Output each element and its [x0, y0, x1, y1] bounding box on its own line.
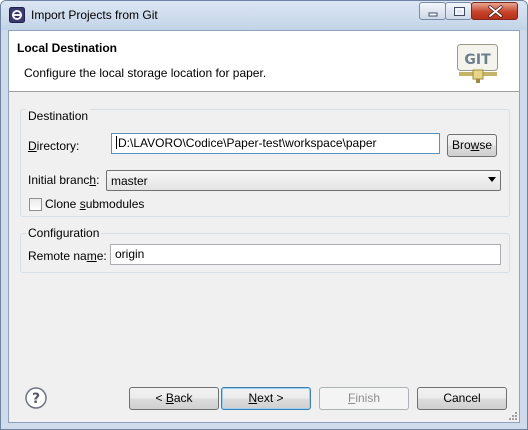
browse-button[interactable]: Browse: [447, 134, 497, 157]
git-logo-text: GIT: [464, 52, 491, 68]
resize-grip-icon[interactable]: [508, 411, 518, 421]
wizard-banner: Local Destination Configure the local st…: [9, 31, 519, 92]
directory-input[interactable]: D:\LAVORO\Codice\Paper-test\workspace\pa…: [111, 133, 440, 154]
directory-label: Directory:: [28, 139, 80, 153]
remote-name-value: origin: [115, 247, 145, 261]
close-icon: [488, 5, 503, 18]
window-title: Import Projects from Git: [31, 8, 158, 22]
back-button[interactable]: < Back: [129, 387, 219, 410]
remote-name-label: Remote name:: [28, 249, 107, 263]
title-bar[interactable]: Import Projects from Git: [1, 1, 527, 30]
minimize-icon: [428, 12, 438, 17]
initial-branch-select[interactable]: master: [106, 170, 501, 191]
next-button[interactable]: Next >: [221, 387, 311, 410]
finish-button[interactable]: Finish: [319, 387, 409, 410]
page-description: Configure the local storage location for…: [24, 66, 267, 80]
close-button[interactable]: [471, 2, 518, 20]
maximize-icon: [454, 7, 465, 16]
remote-name-input[interactable]: origin: [110, 244, 501, 265]
clone-submodules-checkbox[interactable]: [29, 198, 42, 211]
chevron-down-icon: [488, 177, 496, 182]
text-caret: [116, 136, 117, 149]
destination-legend: Destination: [26, 109, 91, 123]
configuration-legend: Configuration: [26, 226, 102, 240]
eclipse-icon: [9, 7, 25, 23]
page-title: Local Destination: [17, 41, 118, 55]
git-logo-icon: GIT: [457, 44, 498, 83]
cancel-button[interactable]: Cancel: [417, 387, 507, 410]
maximize-button[interactable]: [445, 2, 472, 20]
svg-text:?: ?: [32, 391, 40, 407]
help-icon[interactable]: ?: [25, 387, 47, 409]
initial-branch-value: master: [111, 174, 148, 188]
directory-value: D:\LAVORO\Codice\Paper-test\workspace\pa…: [118, 136, 377, 150]
clone-submodules-label[interactable]: Clone submodules: [45, 197, 144, 211]
minimize-button[interactable]: [419, 2, 446, 20]
import-projects-dialog: Import Projects from Git Local Destinati…: [0, 0, 528, 430]
initial-branch-label: Initial branch:: [28, 173, 100, 187]
dialog-client-area: Local Destination Configure the local st…: [8, 30, 520, 423]
